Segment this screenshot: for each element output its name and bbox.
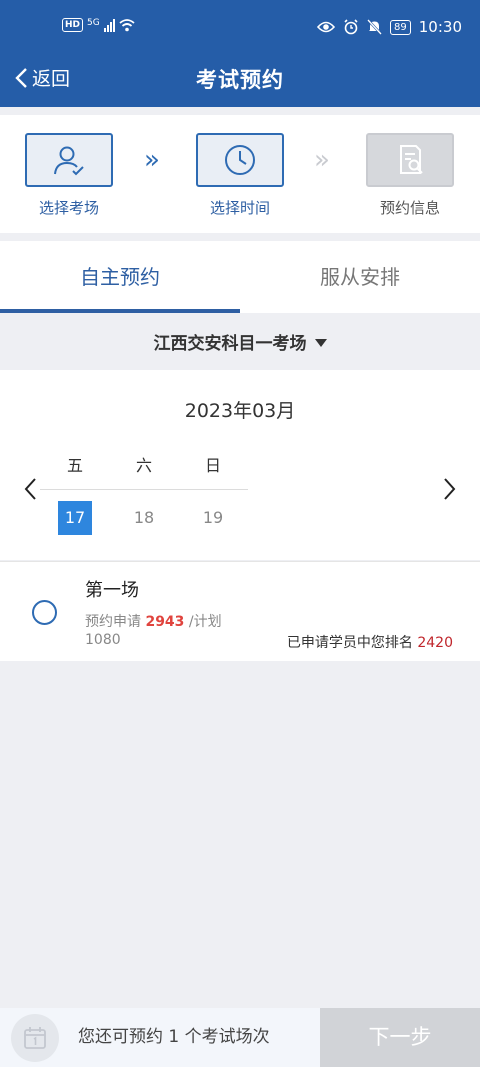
weekday-row: 五 六 日 [40,452,248,490]
clock-icon [225,145,255,175]
double-chevron-icon: » [144,145,160,175]
plan-count: 1080 [85,632,121,648]
eye-icon [317,21,336,33]
day-19[interactable]: 19 [196,501,230,535]
caret-down-icon [314,338,327,347]
applied-count: 2943 [145,614,185,630]
step-booking-info: 预约信息 [366,133,454,218]
session-applied-info: 预约申请 2943 /计划 1080 [85,614,222,648]
venue-selector[interactable]: 江西交安科目一考场 [0,313,480,370]
signal-icon [103,18,115,32]
alarm-icon [344,19,358,35]
day-17[interactable]: 17 [58,501,92,535]
chevron-left-icon [24,478,36,500]
day-18[interactable]: 18 [127,501,161,535]
battery-icon: 89 [390,19,411,35]
wifi-icon [119,18,135,31]
next-week-button[interactable] [440,474,460,504]
remaining-sessions-text: 您还可预约 1 个考试场次 [78,1027,270,1047]
nav-bar: 返回 考试预约 [0,56,480,107]
document-search-icon [400,145,423,174]
step-label: 预约信息 [379,199,440,217]
bottom-bar: 您还可预约 1 个考试场次 下一步 [0,1008,480,1067]
double-chevron-icon: » [314,145,330,175]
step-label: 选择考场 [38,199,99,217]
step-select-time: 选择时间 [196,133,284,218]
progress-steps: 选择考场 » 选择时间 » 预约信息 [0,115,480,233]
network-type: 5G [87,18,100,28]
top-bar: HD 5G 89 10:30 返回 考试预约 [0,0,480,107]
status-bar: HD 5G 89 10:30 [0,0,480,56]
venue-name: 江西交安科目一考场 [153,334,307,354]
tab-self-booking[interactable]: 自主预约 [0,241,240,313]
session-radio[interactable] [32,600,57,625]
booking-tabs: 自主预约 服从安排 [0,241,480,313]
page-title: 考试预约 [196,68,284,92]
rank-value: 2420 [417,635,453,651]
hd-badge: HD [62,18,84,32]
session-rank: 已申请学员中您排名 2420 [286,635,453,651]
next-step-button[interactable]: 下一步 [320,1008,480,1067]
prev-week-button[interactable] [20,474,40,504]
step-label: 选择时间 [209,199,270,217]
date-picker: 2023年03月 五 六 日 17 18 19 [0,370,480,560]
weekday-label: 六 [135,456,152,475]
user-check-icon [54,146,84,176]
tab-follow-arrangement[interactable]: 服从安排 [240,241,480,313]
clock-time: 10:30 [418,18,462,36]
session-name: 第一场 [85,580,139,601]
chevron-right-icon [444,478,456,500]
mute-icon [367,19,382,35]
calendar-icon [11,1014,59,1062]
month-label: 2023年03月 [184,400,296,422]
weekday-label: 日 [204,456,221,475]
step-select-venue: 选择考场 [25,133,113,218]
session-item[interactable]: 第一场 预约申请 2943 /计划 1080 已申请学员中您排名 2420 [0,561,480,661]
weekday-label: 五 [66,456,83,475]
